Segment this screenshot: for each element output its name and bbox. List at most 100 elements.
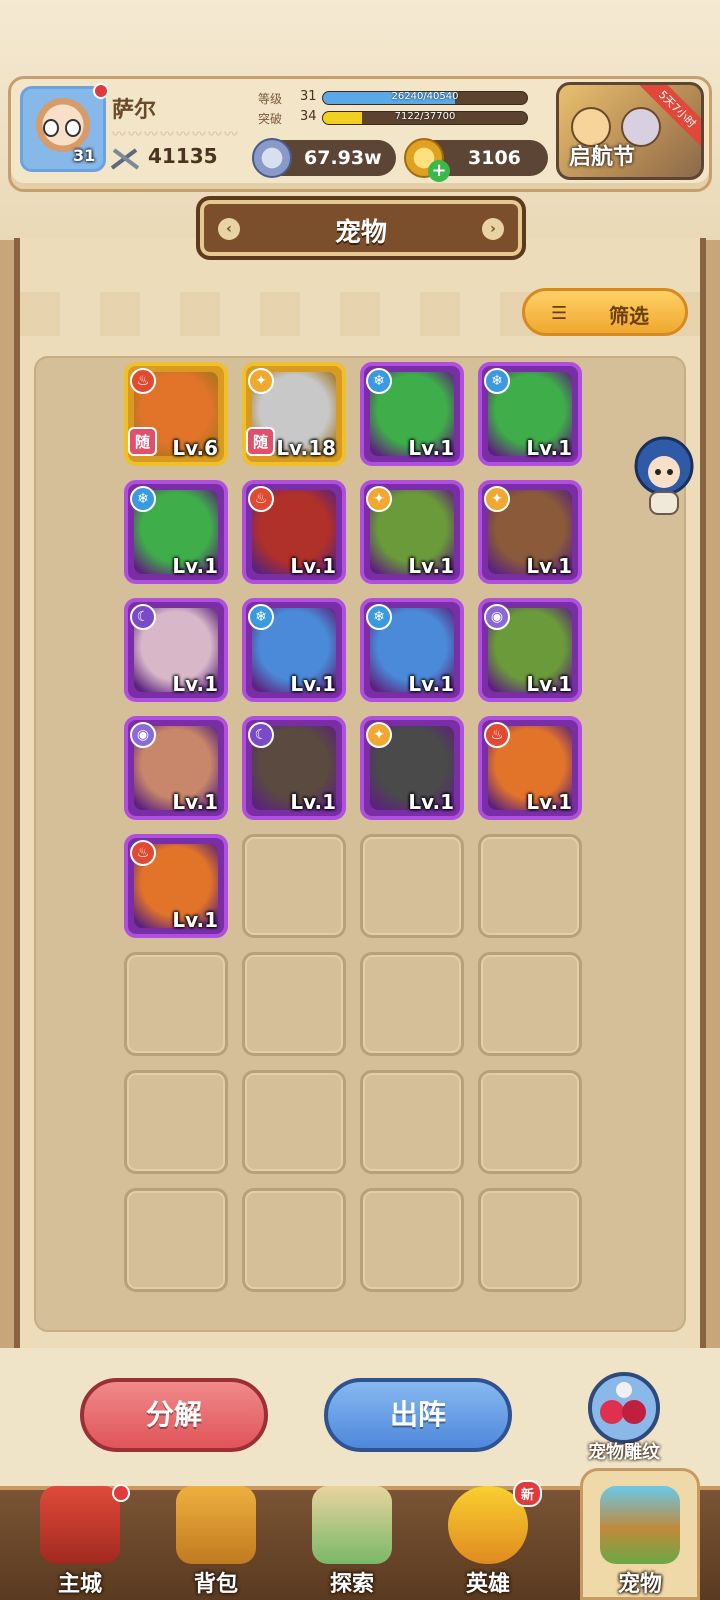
pet-level: Lv.1 xyxy=(408,790,454,814)
break-exp-text: 7122/37700 xyxy=(394,111,456,122)
pet-level: Lv.1 xyxy=(172,790,218,814)
player-avatar[interactable]: 31 xyxy=(20,83,109,172)
avatar-level: 31 xyxy=(73,146,96,165)
list-icon: ☰ xyxy=(551,303,568,324)
empty-pet-slot xyxy=(242,834,346,938)
pet-engrave-button[interactable]: 宠物雕纹 xyxy=(578,1368,670,1463)
nav-bag-label: 背包 xyxy=(193,1572,238,1597)
name-underline-decoration: 〰〰〰〰〰〰〰〰 xyxy=(112,127,240,143)
combat-power: 41135 xyxy=(148,144,218,168)
empty-pet-slot xyxy=(124,1188,228,1292)
fire-element-icon: ♨ xyxy=(130,840,156,866)
silver-amount: 67.93w xyxy=(304,147,382,169)
pet-card[interactable]: ✦ Lv.1 xyxy=(360,716,464,820)
player-name: 萨尔 xyxy=(112,98,157,123)
pet-card[interactable]: ❄ Lv.1 xyxy=(242,598,346,702)
empty-pet-slot xyxy=(478,952,582,1056)
pet-card[interactable]: ☾ Lv.1 xyxy=(124,598,228,702)
light-element-icon: ✦ xyxy=(248,368,274,394)
empty-pet-slot xyxy=(360,1188,464,1292)
nav-pet-label: 宠物 xyxy=(617,1572,662,1597)
pet-card[interactable]: ❄ Lv.1 xyxy=(478,362,582,466)
empty-pet-slot xyxy=(242,1188,346,1292)
break-label: 突破 xyxy=(258,112,283,126)
nav-hero-label: 英雄 xyxy=(465,1572,510,1597)
pet-card[interactable]: ♨ 随 Lv.6 xyxy=(124,362,228,466)
side-helper-character[interactable] xyxy=(628,436,700,518)
add-gold-icon[interactable]: + xyxy=(428,160,450,182)
empty-pet-slot xyxy=(124,1070,228,1174)
pet-card[interactable]: ✦ Lv.1 xyxy=(478,480,582,584)
fire-element-icon: ♨ xyxy=(130,368,156,394)
ice-element-icon: ❄ xyxy=(484,368,510,394)
pet-card[interactable]: ♨ Lv.1 xyxy=(124,834,228,938)
nav-bag[interactable]: 背包 xyxy=(156,1480,276,1600)
decompose-button[interactable]: 分解 xyxy=(80,1378,268,1452)
random-tag: 随 xyxy=(128,427,158,456)
pet-card[interactable]: ♨ Lv.1 xyxy=(478,716,582,820)
pet-level: Lv.1 xyxy=(526,790,572,814)
pet-card[interactable]: ❄ Lv.1 xyxy=(360,598,464,702)
notification-dot xyxy=(93,83,109,99)
ice-element-icon: ❄ xyxy=(366,368,392,394)
pet-card[interactable]: ◉ Lv.1 xyxy=(478,598,582,702)
empty-pet-slot xyxy=(124,952,228,1056)
level-label: 等级 xyxy=(258,92,283,106)
ice-element-icon: ❄ xyxy=(366,604,392,630)
pet-level: Lv.18 xyxy=(276,436,336,460)
deploy-button[interactable]: 出阵 xyxy=(324,1378,512,1452)
pet-card[interactable]: ◉ Lv.1 xyxy=(124,716,228,820)
filter-label: 筛选 xyxy=(609,304,649,328)
pet-card[interactable]: ❄ Lv.1 xyxy=(360,362,464,466)
pet-nest-icon xyxy=(600,1486,680,1564)
engrave-gem-icon xyxy=(588,1372,660,1444)
pet-level: Lv.1 xyxy=(526,554,572,578)
pet-card[interactable]: ☾ Lv.1 xyxy=(242,716,346,820)
break-exp-bar: 7122/37700 xyxy=(322,111,528,125)
avatar-eye xyxy=(65,119,81,137)
nav-pet[interactable]: 宠物 xyxy=(580,1468,700,1600)
nav-hero[interactable]: 新 英雄 xyxy=(428,1480,548,1600)
light-element-icon: ✦ xyxy=(484,486,510,512)
pet-level: Lv.1 xyxy=(290,790,336,814)
nav-city[interactable]: 主城 xyxy=(20,1480,140,1600)
moon-element-icon: ☾ xyxy=(248,722,274,748)
pet-level: Lv.1 xyxy=(290,554,336,578)
fire-element-icon: ♨ xyxy=(248,486,274,512)
pet-level: Lv.1 xyxy=(172,554,218,578)
event-button[interactable]: 5天7小时 启航节 xyxy=(556,82,704,180)
pet-level: Lv.1 xyxy=(172,908,218,932)
light-element-icon: ✦ xyxy=(366,722,392,748)
nav-city-label: 主城 xyxy=(57,1572,102,1597)
next-arrow-icon[interactable]: › xyxy=(482,218,504,240)
avatar-eye xyxy=(43,119,59,137)
pet-level: Lv.1 xyxy=(526,672,572,696)
pet-card[interactable]: ♨ Lv.1 xyxy=(242,480,346,584)
fire-element-icon: ♨ xyxy=(484,722,510,748)
break-value: 34 xyxy=(300,109,317,124)
nav-explore-label: 探索 xyxy=(329,1572,374,1597)
random-tag: 随 xyxy=(246,427,276,456)
pet-level: Lv.1 xyxy=(408,436,454,460)
nav-explore[interactable]: 探索 xyxy=(292,1480,412,1600)
crossed-swords-icon xyxy=(110,148,140,170)
pet-level: Lv.1 xyxy=(408,672,454,696)
empty-pet-slot xyxy=(478,834,582,938)
gold-amount: 3106 xyxy=(468,147,521,169)
empty-pet-slot xyxy=(478,1070,582,1174)
empty-pet-slot xyxy=(360,952,464,1056)
event-label: 启航节 xyxy=(569,145,636,170)
pet-level: Lv.1 xyxy=(172,672,218,696)
eye-element-icon: ◉ xyxy=(484,604,510,630)
empty-pet-slot xyxy=(478,1188,582,1292)
empty-pet-slot xyxy=(242,1070,346,1174)
empty-pet-slot xyxy=(360,834,464,938)
pet-level: Lv.1 xyxy=(408,554,454,578)
pet-card[interactable]: ✦ Lv.1 xyxy=(360,480,464,584)
level-exp-bar: 26240/40540 xyxy=(322,91,528,105)
pet-card[interactable]: ❄ Lv.1 xyxy=(124,480,228,584)
silver-coin-icon xyxy=(252,138,292,178)
pet-card[interactable]: ✦ 随 Lv.18 xyxy=(242,362,346,466)
filter-button[interactable]: ☰ 筛选 xyxy=(522,288,688,336)
eye-element-icon: ◉ xyxy=(130,722,156,748)
